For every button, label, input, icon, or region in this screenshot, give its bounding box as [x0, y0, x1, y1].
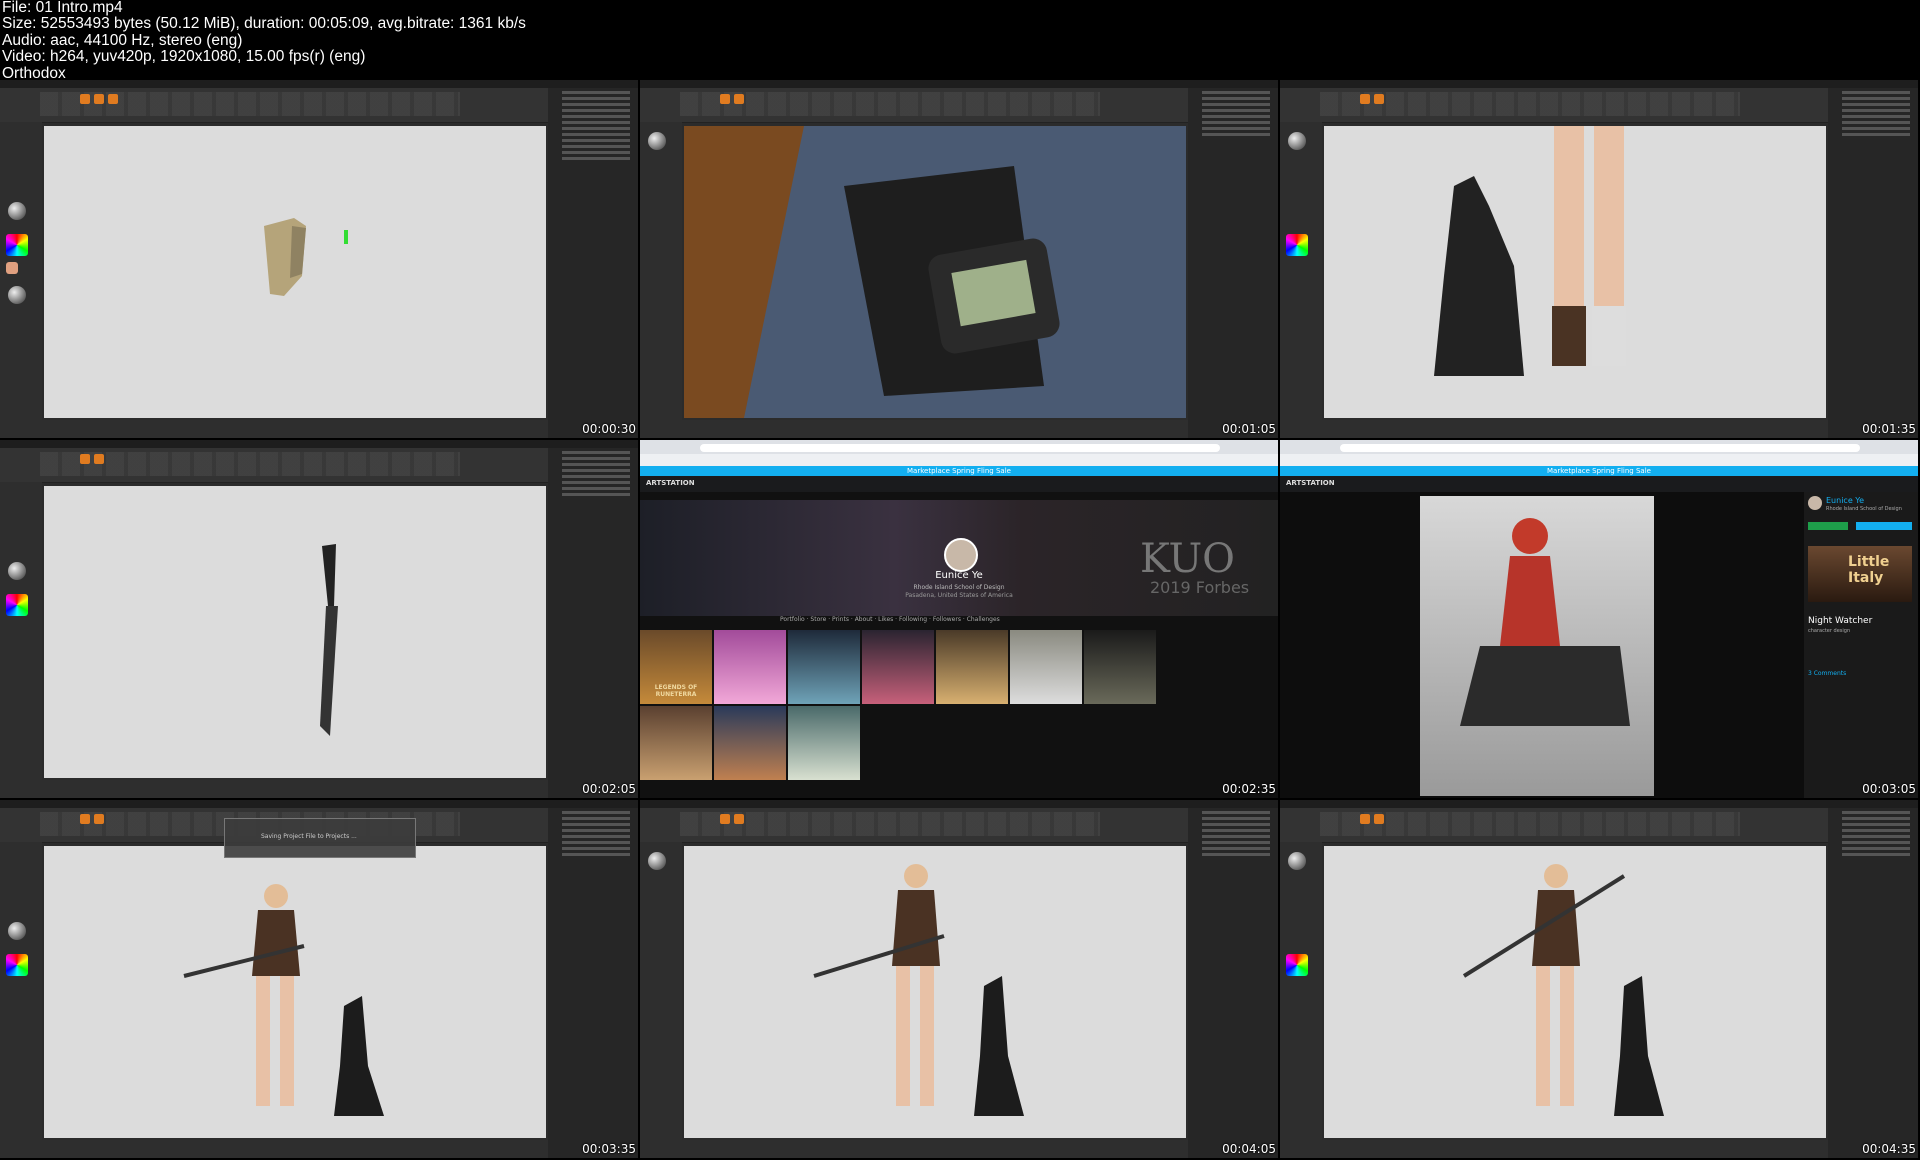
tab-prints[interactable]: Prints [832, 616, 849, 623]
comments-label[interactable]: 3 Comments [1808, 670, 1846, 677]
timestamp: 00:03:05 [1862, 782, 1916, 796]
profile-name: Eunice Ye [935, 570, 983, 581]
tab-challenges[interactable]: Challenges [967, 616, 1000, 623]
video-line: Video: h264, yuv420p, 1920x1080, 15.00 f… [2, 48, 366, 66]
character-model [813, 864, 1024, 1116]
artwork-title: Night Watcher [1808, 616, 1873, 626]
author-name[interactable]: Eunice Ye [1826, 496, 1864, 505]
browser-chrome [640, 440, 1278, 466]
portfolio-thumb[interactable] [936, 630, 1008, 704]
audio-line: Audio: aac, 44100 Hz, stereo (eng) [2, 31, 243, 49]
video-info-header: File: 01 Intro.mp4 Size: 52553493 bytes … [0, 0, 1920, 82]
zbrush-canvas[interactable] [44, 486, 546, 778]
thumbnail-zbrush-dog-legs[interactable]: 00:01:35 [1280, 80, 1918, 438]
artwork-subtitle: character design [1808, 628, 1851, 634]
portfolio-thumb[interactable] [862, 630, 934, 704]
ad-text: Little Italy [1848, 554, 1890, 586]
tab-following[interactable]: Following [899, 616, 927, 623]
artwork-image[interactable] [1420, 496, 1654, 796]
saving-message: Saving Project File to Projects ... [261, 833, 357, 840]
promo-banner[interactable]: Marketplace Spring Fling Sale [640, 466, 1278, 476]
thumbnail-zbrush-character-final[interactable]: 00:04:35 [1280, 800, 1918, 1158]
zbrush-canvas[interactable] [684, 846, 1186, 1138]
thumbnail-zbrush-saving[interactable]: Saving Project File to Projects ... 00:0… [0, 800, 638, 1158]
timestamp: 00:01:35 [1862, 422, 1916, 436]
thumb-title: LEGENDS OF RUNETERRA [654, 684, 698, 698]
tab-followers[interactable]: Followers [933, 616, 961, 623]
portfolio-thumb[interactable] [640, 706, 712, 780]
avatar[interactable] [1808, 496, 1822, 510]
knife-model [320, 544, 338, 736]
character-model [1462, 864, 1664, 1116]
saving-dialog: Saving Project File to Projects ... [224, 818, 416, 858]
size-line: Size: 52553493 bytes (50.12 MiB), durati… [2, 15, 526, 33]
bookmarks-bar [640, 454, 1278, 466]
timestamp: 00:04:35 [1862, 1142, 1916, 1156]
profile-subtitle: Rhode Island School of Design [913, 584, 1005, 591]
artstation-nav: ARTSTATION [640, 476, 1278, 492]
thumbnail-artstation-artwork[interactable]: Marketplace Spring Fling Sale ARTSTATION… [1280, 440, 1918, 798]
thumbnail-zbrush-pouch[interactable]: 00:00:30 [0, 80, 638, 438]
timestamp: 00:00:30 [582, 422, 636, 436]
profile-tabs: Portfolio · Store · Prints · About · Lik… [780, 616, 1000, 623]
portfolio-thumb[interactable] [714, 630, 786, 704]
timestamp: 00:02:05 [582, 782, 636, 796]
portfolio-thumb[interactable]: LEGENDS OF RUNETERRA [640, 630, 712, 704]
portfolio-thumb[interactable] [1084, 630, 1156, 704]
profile-location: Pasadena, United States of America [905, 592, 1013, 599]
artwork-viewer [1280, 492, 1804, 798]
zbrush-canvas[interactable] [684, 126, 1186, 418]
portfolio-thumb[interactable] [788, 630, 860, 704]
tab-about[interactable]: About [855, 616, 873, 623]
thumbnail-zbrush-character[interactable]: 00:04:05 [640, 800, 1278, 1158]
thumbnail-grid: 00:00:30 00:01:05 00:01:35 00:02:05 Mark… [0, 80, 1920, 1160]
artstation-logo[interactable]: ARTSTATION [646, 479, 695, 487]
zbrush-canvas[interactable] [1324, 126, 1826, 418]
tab-likes[interactable]: Likes [878, 616, 893, 623]
dog-legs-model [1434, 126, 1626, 376]
thumbnail-zbrush-knife[interactable]: 00:02:05 [0, 440, 638, 798]
address-bar[interactable] [1340, 444, 1860, 452]
artstation-logo[interactable]: ARTSTATION [1286, 479, 1335, 487]
character-model [183, 884, 384, 1116]
zbrush-canvas[interactable] [1324, 846, 1826, 1138]
pouch-model [264, 218, 348, 296]
tab-portfolio[interactable]: Portfolio [780, 616, 805, 623]
avatar[interactable] [944, 538, 978, 572]
zbrush-bottom-bar [42, 420, 548, 438]
timestamp: 00:04:05 [1222, 1142, 1276, 1156]
timestamp: 00:01:05 [1222, 422, 1276, 436]
portfolio-thumb[interactable] [1010, 630, 1082, 704]
zbrush-canvas[interactable] [44, 126, 546, 418]
thumbnail-zbrush-watch[interactable]: 00:01:05 [640, 80, 1278, 438]
zbrush-toolbar [0, 80, 638, 123]
follow-button[interactable] [1808, 522, 1848, 530]
zbrush-canvas[interactable] [44, 846, 546, 1138]
artwork-sidebar: Eunice Ye Rhode Island School of Design … [1804, 492, 1918, 798]
thumbnail-artstation-profile[interactable]: Marketplace Spring Fling Sale ARTSTATION… [640, 440, 1278, 798]
watch-model [684, 126, 1186, 418]
portfolio-thumb[interactable] [714, 706, 786, 780]
file-line: File: 01 Intro.mp4 [2, 0, 123, 16]
address-bar[interactable] [700, 444, 1220, 452]
zbrush-left-tray [0, 122, 42, 438]
author-subtitle: Rhode Island School of Design [1826, 506, 1902, 512]
timestamp: 00:03:35 [582, 1142, 636, 1156]
zbrush-right-panel [548, 88, 638, 438]
tab-store[interactable]: Store [810, 616, 826, 623]
promo-banner[interactable]: Marketplace Spring Fling Sale [1280, 466, 1918, 476]
timestamp: 00:02:35 [1222, 782, 1276, 796]
hire-button[interactable] [1856, 522, 1912, 530]
ad-banner[interactable]: Little Italy [1808, 546, 1912, 602]
portfolio-thumb[interactable] [788, 706, 860, 780]
